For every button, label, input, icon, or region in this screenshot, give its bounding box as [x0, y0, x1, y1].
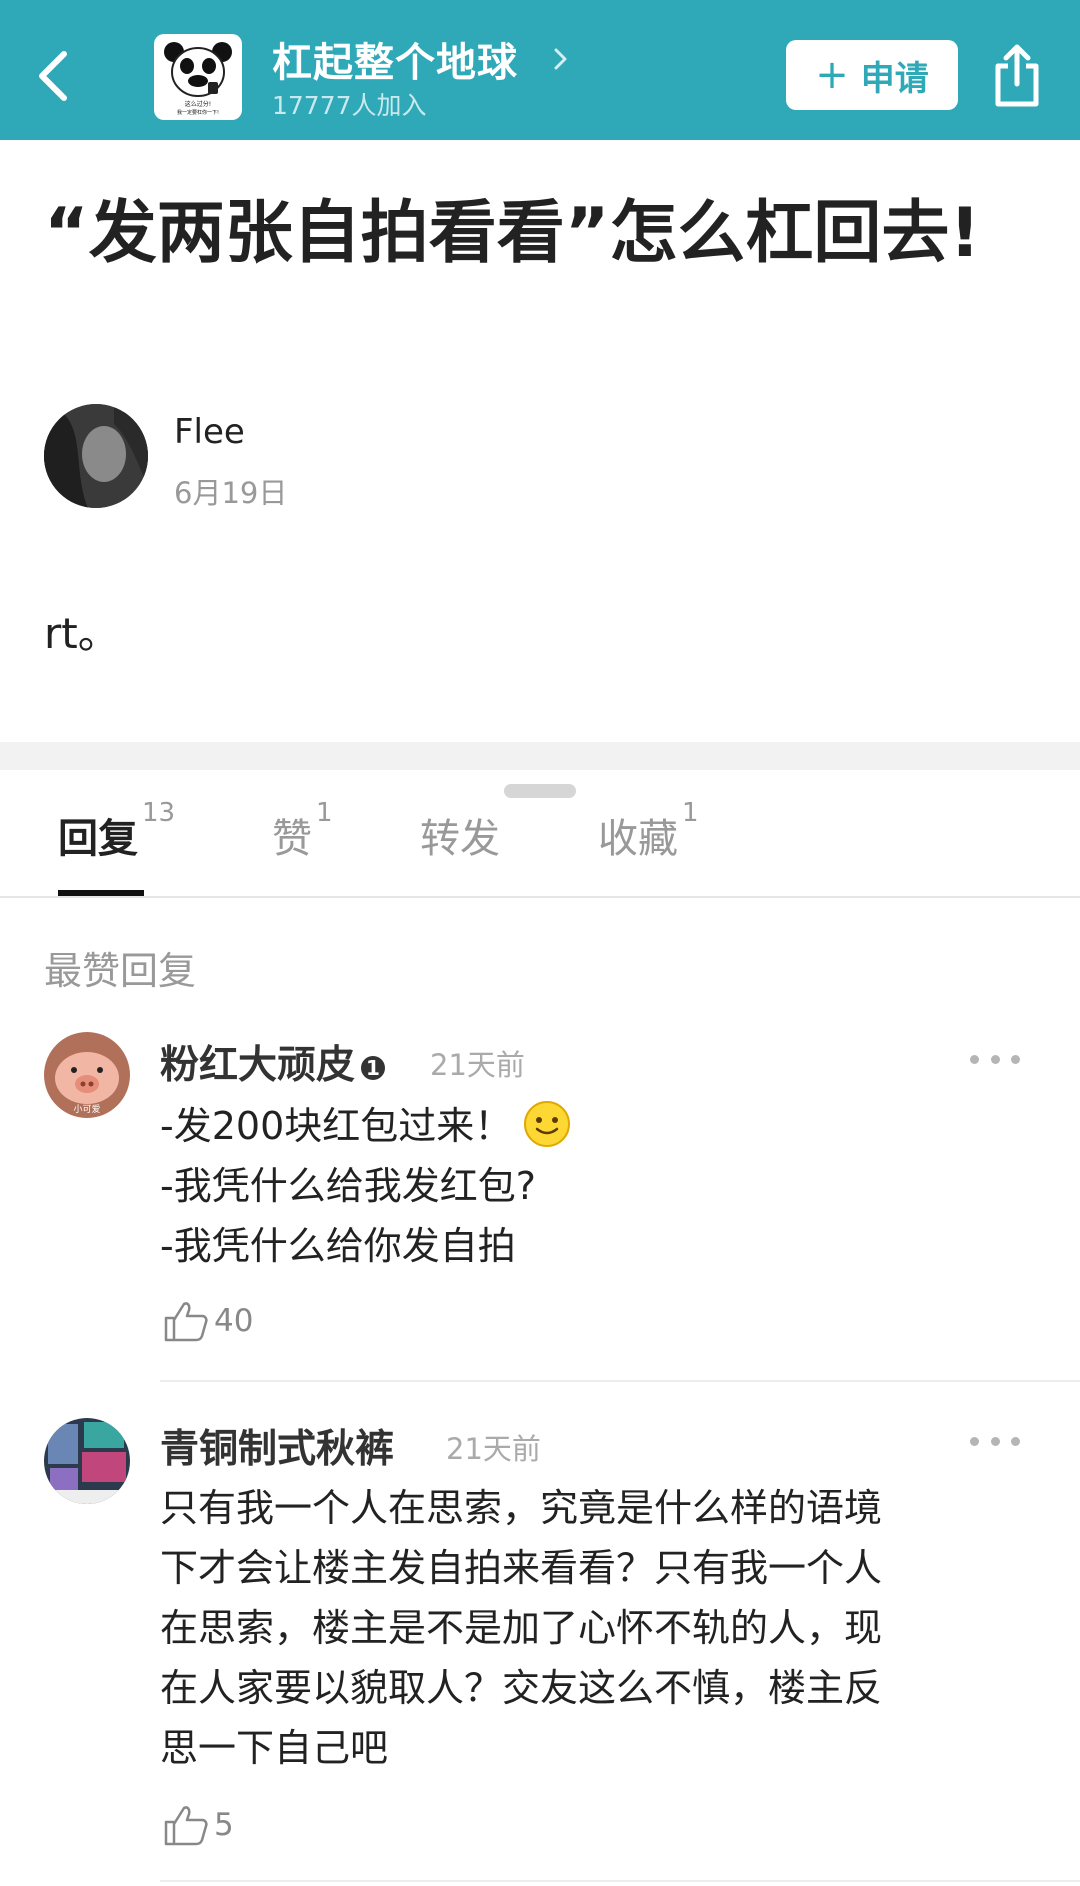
comment-line: 下才会让楼主发自拍来看看？只有我一个人 — [160, 1546, 883, 1590]
smile-emoji-icon — [524, 1101, 571, 1147]
member-count: 17777人加入 — [272, 91, 427, 120]
commenter-name-text: 粉红大顽皮 — [160, 1043, 356, 1088]
like-count: 5 — [214, 1807, 234, 1843]
tab-replies[interactable]: 回复13 — [58, 798, 175, 864]
drag-handle[interactable] — [504, 784, 576, 798]
comment-line: -我凭什么给你发自拍 — [160, 1224, 516, 1268]
commenter-avatar[interactable]: 小可爱 — [44, 1032, 130, 1118]
avatar-photo — [44, 404, 148, 508]
level-badge: 1 — [361, 1055, 386, 1080]
commenter-name[interactable]: 粉红大顽皮 1 — [160, 1034, 386, 1090]
more-options-icon[interactable] — [970, 1052, 1020, 1066]
comment-line: 在思索，楼主是不是加了心怀不轨的人，现 — [160, 1606, 883, 1650]
like-button[interactable]: 5 — [162, 1802, 234, 1848]
pig-avatar-icon: 小可爱 — [44, 1032, 130, 1118]
comment-line: -发200块红包过来！ — [160, 1096, 572, 1156]
commenter-avatar[interactable] — [44, 1418, 130, 1504]
tab-count: 1 — [316, 798, 333, 828]
group-name[interactable]: 杠起整个地球 — [272, 30, 518, 88]
like-button[interactable]: 40 — [162, 1298, 253, 1344]
tab-label: 转发 — [420, 816, 500, 862]
group-logo[interactable]: 这么过分! 我一定要杠你一下! — [154, 34, 242, 120]
thumbs-up-icon — [164, 1302, 208, 1342]
section-label: 最赞回复 — [44, 949, 197, 993]
author-name[interactable]: Flee — [174, 412, 245, 452]
post-body: rt。 — [44, 609, 120, 658]
tab-count: 1 — [682, 798, 699, 828]
svg-text:这么过分!: 这么过分! — [185, 100, 211, 108]
chevron-right-icon[interactable] — [548, 44, 572, 74]
tab-reposts[interactable]: 转发 — [420, 806, 500, 864]
tab-label: 回复 — [58, 816, 138, 862]
tab-divider — [0, 896, 1080, 898]
svg-text:我一定要杠你一下!: 我一定要杠你一下! — [177, 109, 219, 116]
comment-line: 在人家要以貌取人？交友这么不慎，楼主反 — [160, 1666, 883, 1710]
tab-label: 赞 — [272, 816, 312, 862]
plus-icon: + — [815, 52, 849, 98]
more-options-icon[interactable] — [970, 1434, 1020, 1448]
comment-line: 思一下自己吧 — [160, 1726, 389, 1770]
comment-line: 只有我一个人在思索，究竟是什么样的语境 — [160, 1486, 883, 1530]
panda-meme-icon: 这么过分! 我一定要杠你一下! — [164, 42, 232, 116]
tab-count: 13 — [142, 798, 176, 828]
svg-text:小可爱: 小可爱 — [73, 1104, 100, 1115]
tab-favorites[interactable]: 收藏1 — [598, 798, 699, 864]
commenter-name[interactable]: 青铜制式秋裤 — [160, 1418, 394, 1474]
comment-time: 21天前 — [446, 1432, 541, 1466]
apply-label: 申请 — [860, 58, 929, 99]
comment-time: 21天前 — [430, 1048, 525, 1082]
like-count: 40 — [214, 1303, 254, 1339]
comment-text: 只有我一个人在思索，究竟是什么样的语境 下才会让楼主发自拍来看看？只有我一个人 … — [160, 1478, 882, 1778]
tab-likes[interactable]: 赞1 — [272, 798, 333, 864]
comment-divider — [160, 1380, 1080, 1382]
collage-avatar-icon — [44, 1418, 130, 1504]
top-bar: 这么过分! 我一定要杠你一下! 杠起整个地球 17777人加入 + 申请 — [0, 0, 1080, 140]
comment-text: -发200块红包过来！ -我凭什么给我发红包? -我凭什么给你发自拍 — [160, 1096, 572, 1276]
comment-line: -我凭什么给我发红包? — [160, 1164, 536, 1208]
post-date: 6月19日 — [174, 476, 288, 510]
thumbs-up-icon — [164, 1806, 208, 1846]
apply-button[interactable]: + 申请 — [786, 40, 958, 110]
comment-divider — [160, 1880, 1080, 1882]
author-avatar[interactable] — [44, 404, 148, 508]
section-gap — [0, 742, 1080, 770]
back-arrow-icon[interactable] — [26, 40, 86, 110]
tab-label: 收藏 — [598, 816, 678, 862]
share-icon[interactable] — [990, 42, 1044, 110]
post-title: “发两张自拍看看”怎么杠回去! — [44, 194, 981, 273]
